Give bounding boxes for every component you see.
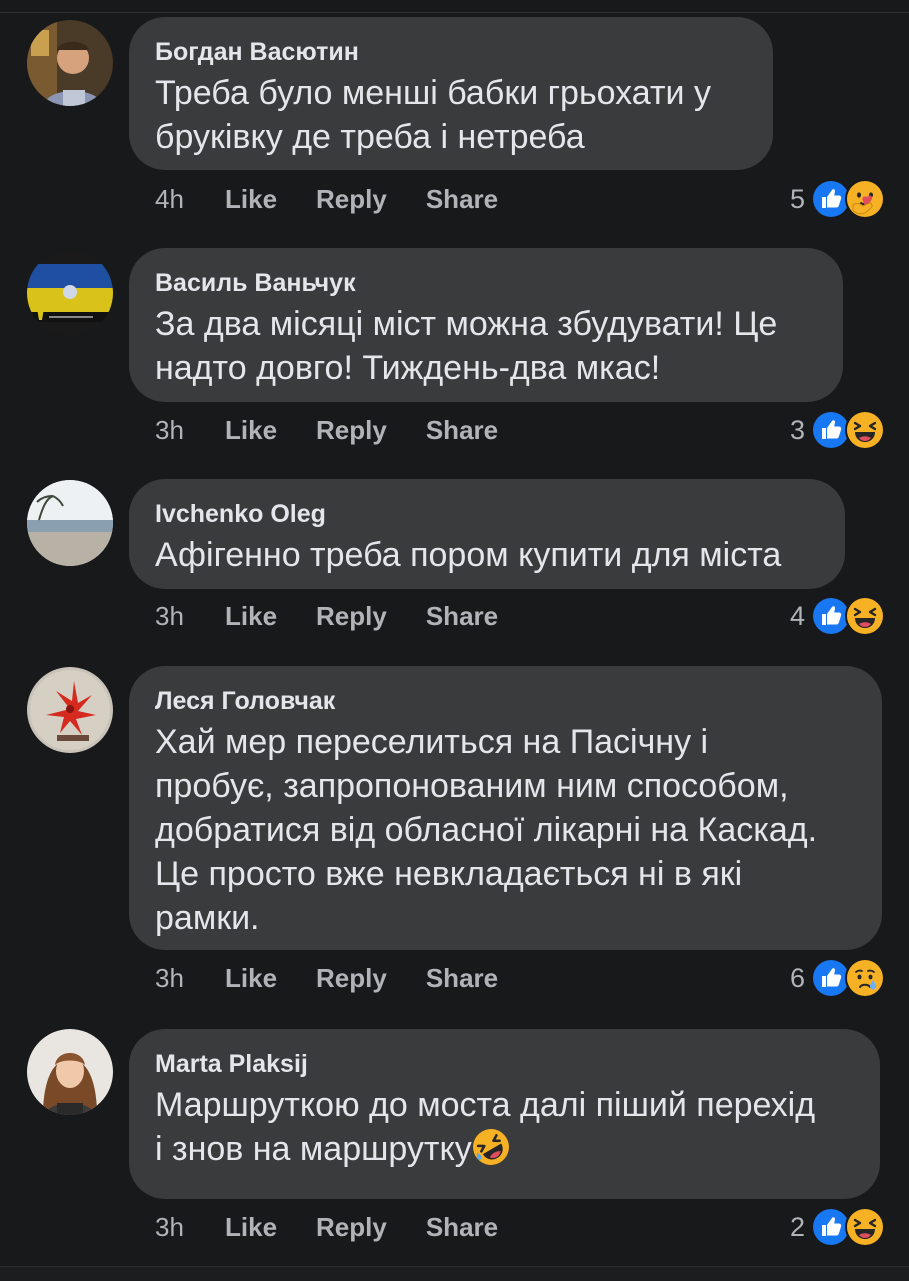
avatar[interactable] xyxy=(27,20,113,106)
haha-icon xyxy=(845,410,885,450)
reaction-count: 2 xyxy=(789,1211,805,1242)
comment-line: рамки. xyxy=(155,899,260,937)
reply-button[interactable]: Reply xyxy=(316,415,387,446)
haha-icon xyxy=(845,1207,885,1247)
reaction-count: 5 xyxy=(789,183,805,214)
comment-author[interactable]: Леся Головчак xyxy=(155,686,856,716)
comment-actions: 3h Like Reply Share xyxy=(155,960,537,996)
comment-line: пробує, запропонованим ним способом, xyxy=(155,767,789,805)
comment-bubble: Леся Головчак Хай мер переселиться на Па… xyxy=(129,666,882,950)
comment-line: Це просто вже невкладається ні в які xyxy=(155,855,743,893)
comment-timestamp[interactable]: 3h xyxy=(155,415,225,446)
comment-text: Маршруткою до моста далі піший перехід і… xyxy=(155,1083,854,1171)
avatar[interactable] xyxy=(27,250,113,336)
like-button[interactable]: Like xyxy=(225,601,277,632)
comment-line: За два місяці міст можна збудувати! Це xyxy=(155,305,778,343)
comment-bubble: Богдан Васютин Треба було менші бабки гр… xyxy=(129,17,773,170)
share-button[interactable]: Share xyxy=(426,1212,498,1243)
reply-button[interactable]: Reply xyxy=(316,963,387,994)
comment-timestamp[interactable]: 3h xyxy=(155,963,225,994)
comment-author[interactable]: Ivchenko Oleg xyxy=(155,499,819,529)
share-button[interactable]: Share xyxy=(426,601,498,632)
comment-line: Афігенно треба пором купити для міста xyxy=(155,536,782,574)
comment-timestamp[interactable]: 3h xyxy=(155,601,225,632)
like-button[interactable]: Like xyxy=(225,415,277,446)
reply-button[interactable]: Reply xyxy=(316,601,387,632)
reaction-summary[interactable]: 3 xyxy=(790,410,885,450)
comment-line: бруківку де треба і нетреба xyxy=(155,118,585,156)
comment-actions: 3h Like Reply Share xyxy=(155,412,537,448)
top-divider xyxy=(0,0,909,13)
like-button[interactable]: Like xyxy=(225,963,277,994)
reaction-summary[interactable]: 5 xyxy=(790,179,885,219)
comment-bubble: Marta Plaksij Маршруткою до моста далі п… xyxy=(129,1029,880,1199)
comment-line: Треба було менші бабки грьохати у xyxy=(155,74,711,112)
reaction-summary[interactable]: 4 xyxy=(790,596,885,636)
rofl-emoji-icon xyxy=(472,1128,510,1166)
like-button[interactable]: Like xyxy=(225,1212,277,1243)
share-button[interactable]: Share xyxy=(426,184,498,215)
comment-actions: 4h Like Reply Share xyxy=(155,181,537,217)
haha-icon xyxy=(845,596,885,636)
reaction-summary[interactable]: 6 xyxy=(790,958,885,998)
comment-actions: 3h Like Reply Share xyxy=(155,1209,537,1245)
sad-icon xyxy=(845,958,885,998)
comment-line: надто довго! Тиждень-два мкас! xyxy=(155,349,661,387)
comment-line-with-emoji: і знов на маршрутку xyxy=(155,1127,854,1171)
reaction-count: 3 xyxy=(789,414,805,445)
comment-bubble: Ivchenko Oleg Афігенно треба пором купит… xyxy=(129,479,845,589)
share-button[interactable]: Share xyxy=(426,963,498,994)
bottom-divider xyxy=(0,1266,909,1281)
avatar[interactable] xyxy=(27,667,113,753)
avatar[interactable] xyxy=(27,480,113,566)
reply-button[interactable]: Reply xyxy=(316,184,387,215)
comment-line: добратися від обласної лікарні на Каскад… xyxy=(155,811,818,849)
comment-timestamp[interactable]: 4h xyxy=(155,184,225,215)
comment-bubble: Василь Ваньчук За два місяці міст можна … xyxy=(129,248,843,402)
reply-button[interactable]: Reply xyxy=(316,1212,387,1243)
comment-text: За два місяці міст можна збудувати! Це н… xyxy=(155,302,817,390)
avatar[interactable] xyxy=(27,1029,113,1115)
like-button[interactable]: Like xyxy=(225,184,277,215)
comment-line: Хай мер переселиться на Пасічну і xyxy=(155,723,709,761)
comment-actions: 3h Like Reply Share xyxy=(155,598,537,634)
comment-line: і знов на маршрутку xyxy=(155,1130,472,1168)
comment-author[interactable]: Василь Ваньчук xyxy=(155,268,817,298)
reaction-summary[interactable]: 2 xyxy=(790,1207,885,1247)
reaction-count: 4 xyxy=(789,600,805,631)
comment-author[interactable]: Богдан Васютин xyxy=(155,37,747,67)
comment-text: Треба було менші бабки грьохати у бруків… xyxy=(155,71,747,159)
care-icon xyxy=(845,179,885,219)
comment-timestamp[interactable]: 3h xyxy=(155,1212,225,1243)
reaction-count: 6 xyxy=(789,962,805,993)
comment-line: Маршруткою до моста далі піший перехід xyxy=(155,1086,816,1124)
comment-text: Афігенно треба пором купити для міста xyxy=(155,533,819,577)
share-button[interactable]: Share xyxy=(426,415,498,446)
comment-text: Хай мер переселиться на Пасічну і пробує… xyxy=(155,720,856,940)
comment-author[interactable]: Marta Plaksij xyxy=(155,1049,854,1079)
